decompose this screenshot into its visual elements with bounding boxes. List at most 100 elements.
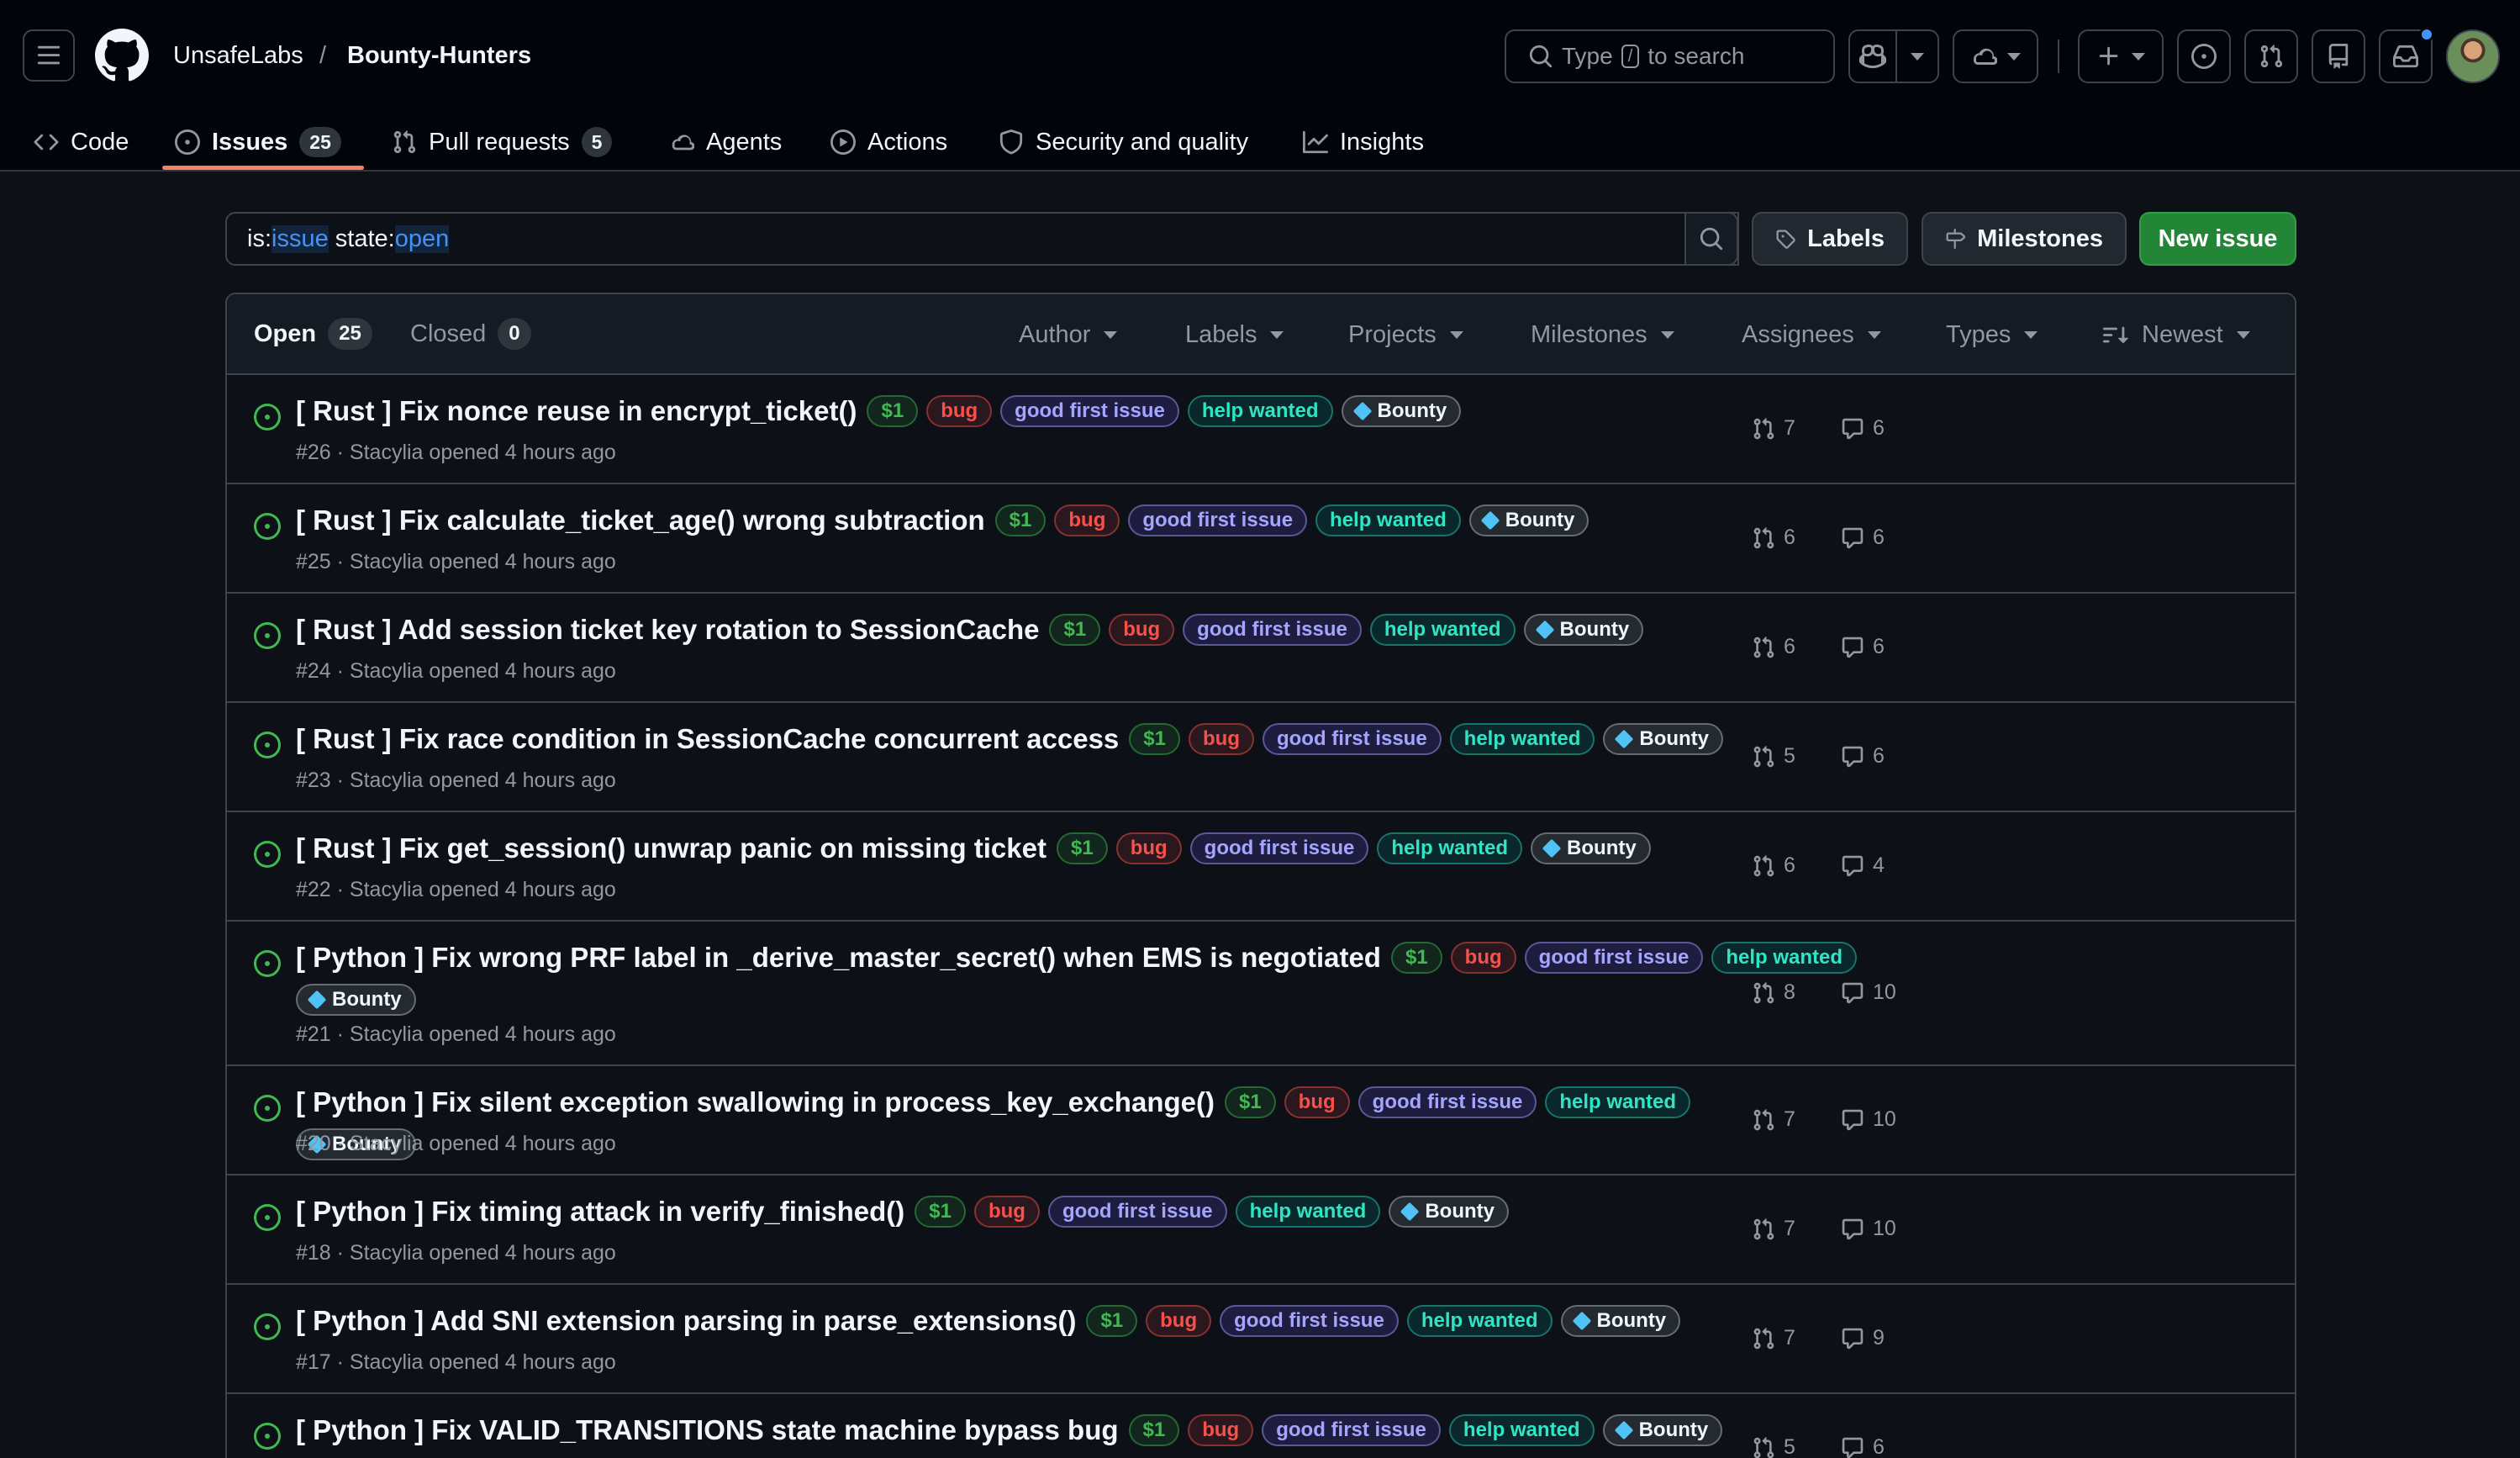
bounty-label[interactable]: Bounty — [1603, 723, 1724, 755]
good-first-issue-label[interactable]: good first issue — [1220, 1305, 1399, 1337]
copilot-menu-button[interactable] — [1895, 29, 1939, 83]
help-wanted-label[interactable]: help wanted — [1187, 395, 1333, 427]
issue-title-link[interactable]: [ Rust ] Fix nonce reuse in encrypt_tick… — [296, 394, 857, 429]
issue-title-link[interactable]: [ Python ] Add SNI extension parsing in … — [296, 1303, 1076, 1339]
new-issue-button[interactable]: New issue — [2139, 212, 2296, 266]
issue-row[interactable]: [ Python ] Fix timing attack in verify_f… — [227, 1175, 2295, 1285]
issue-filter-input[interactable]: is: issue state: open — [225, 212, 1739, 266]
bug-label[interactable]: bug — [973, 1196, 1040, 1228]
issue-title-link[interactable]: [ Rust ] Fix race condition in SessionCa… — [296, 721, 1119, 757]
author-filter-dropdown[interactable]: Author — [1019, 318, 1118, 351]
bounty-label[interactable]: Bounty — [1389, 1196, 1509, 1228]
issue-row[interactable]: [ Python ] Fix VALID_TRANSITIONS state m… — [227, 1394, 2295, 1458]
open-issues-filter[interactable]: Open 25 — [254, 318, 372, 350]
filter-search-button[interactable] — [1684, 212, 1738, 266]
issue-title-link[interactable]: [ Python ] Fix timing attack in verify_f… — [296, 1194, 904, 1229]
price-label[interactable]: $1 — [1224, 1086, 1276, 1118]
tab-code[interactable]: Code — [34, 113, 129, 172]
repositories-button[interactable] — [2312, 29, 2365, 83]
assignees-filter-dropdown[interactable]: Assignees — [1742, 318, 1881, 351]
issue-title-link[interactable]: [ Python ] Fix wrong PRF label in _deriv… — [296, 940, 1381, 975]
price-label[interactable]: $1 — [915, 1196, 966, 1228]
your-pull-requests-button[interactable] — [2244, 29, 2298, 83]
good-first-issue-label[interactable]: good first issue — [1358, 1086, 1537, 1118]
agents-menu-button[interactable] — [1953, 29, 2038, 83]
sort-dropdown[interactable]: Newest — [2103, 318, 2250, 351]
types-filter-dropdown[interactable]: Types — [1946, 318, 2038, 351]
comments-count[interactable]: 6 — [1841, 526, 1885, 550]
github-logo-icon[interactable] — [95, 29, 149, 82]
tab-agents[interactable]: Agents — [669, 113, 782, 172]
bug-label[interactable]: bug — [1146, 1305, 1212, 1337]
issue-title-link[interactable]: [ Rust ] Fix get_session() unwrap panic … — [296, 831, 1046, 866]
linked-prs-count[interactable]: 7 — [1752, 416, 1795, 441]
create-new-button[interactable] — [2078, 29, 2164, 83]
labels-button[interactable]: Labels — [1752, 212, 1908, 266]
closed-issues-filter[interactable]: Closed 0 — [410, 318, 531, 350]
bounty-label[interactable]: Bounty — [1560, 1305, 1681, 1337]
bug-label[interactable]: bug — [1284, 1086, 1350, 1118]
price-label[interactable]: $1 — [1086, 1305, 1138, 1337]
price-label[interactable]: $1 — [994, 504, 1046, 536]
issue-title-link[interactable]: [ Rust ] Fix calculate_ticket_age() wron… — [296, 503, 985, 538]
help-wanted-label[interactable]: help wanted — [1449, 723, 1595, 755]
issue-row[interactable]: [ Rust ] Fix get_session() unwrap panic … — [227, 812, 2295, 922]
bug-label[interactable]: bug — [1115, 832, 1182, 864]
comments-count[interactable]: 10 — [1841, 980, 1896, 1005]
linked-prs-count[interactable]: 6 — [1752, 635, 1795, 659]
issue-row[interactable]: [ Rust ] Add session ticket key rotation… — [227, 594, 2295, 703]
projects-filter-dropdown[interactable]: Projects — [1348, 318, 1463, 351]
comments-count[interactable]: 6 — [1841, 1435, 1885, 1458]
tab-pull-requests[interactable]: Pull requests 5 — [392, 113, 613, 172]
tab-insights[interactable]: Insights — [1303, 113, 1424, 172]
linked-prs-count[interactable]: 5 — [1752, 1435, 1795, 1458]
help-wanted-label[interactable]: help wanted — [1315, 504, 1461, 536]
issue-row[interactable]: [ Python ] Fix wrong PRF label in _deriv… — [227, 922, 2295, 1066]
linked-prs-count[interactable]: 7 — [1752, 1217, 1795, 1241]
help-wanted-label[interactable]: help wanted — [1406, 1305, 1553, 1337]
help-wanted-label[interactable]: help wanted — [1369, 614, 1516, 646]
linked-prs-count[interactable]: 6 — [1752, 526, 1795, 550]
your-issues-button[interactable] — [2177, 29, 2231, 83]
comments-count[interactable]: 6 — [1841, 635, 1885, 659]
good-first-issue-label[interactable]: good first issue — [1189, 832, 1369, 864]
breadcrumb-owner[interactable]: UnsafeLabs — [173, 39, 303, 72]
issue-row[interactable]: [ Rust ] Fix race condition in SessionCa… — [227, 703, 2295, 812]
linked-prs-count[interactable]: 8 — [1752, 980, 1795, 1005]
issue-title-link[interactable]: [ Python ] Fix silent exception swallowi… — [296, 1085, 1215, 1120]
bounty-label[interactable]: Bounty — [1468, 504, 1589, 536]
help-wanted-label[interactable]: help wanted — [1711, 942, 1858, 974]
bug-label[interactable]: bug — [1054, 504, 1120, 536]
issue-row[interactable]: [ Python ] Fix silent exception swallowi… — [227, 1066, 2295, 1175]
comments-count[interactable]: 9 — [1841, 1326, 1885, 1350]
tab-actions[interactable]: Actions — [830, 113, 947, 172]
tab-security[interactable]: Security and quality — [999, 113, 1248, 172]
linked-prs-count[interactable]: 7 — [1752, 1326, 1795, 1350]
good-first-issue-label[interactable]: good first issue — [1128, 504, 1308, 536]
bug-label[interactable]: bug — [1109, 614, 1175, 646]
comments-count[interactable]: 6 — [1841, 416, 1885, 441]
price-label[interactable]: $1 — [1128, 1414, 1180, 1446]
user-avatar[interactable] — [2446, 29, 2500, 83]
issue-title-link[interactable]: [ Python ] Fix VALID_TRANSITIONS state m… — [296, 1413, 1119, 1448]
linked-prs-count[interactable]: 6 — [1752, 853, 1795, 878]
bounty-label[interactable]: Bounty — [1531, 832, 1651, 864]
bounty-label[interactable]: Bounty — [1602, 1414, 1723, 1446]
price-label[interactable]: $1 — [1056, 832, 1108, 864]
help-wanted-label[interactable]: help wanted — [1377, 832, 1523, 864]
bounty-label[interactable]: Bounty — [296, 984, 416, 1016]
bug-label[interactable]: bug — [1450, 942, 1516, 974]
issue-row[interactable]: [ Rust ] Fix nonce reuse in encrypt_tick… — [227, 375, 2295, 484]
bug-label[interactable]: bug — [1189, 723, 1254, 755]
milestones-button[interactable]: Milestones — [1922, 212, 2127, 266]
bug-label[interactable]: bug — [1188, 1414, 1254, 1446]
price-label[interactable]: $1 — [1129, 723, 1180, 755]
help-wanted-label[interactable]: help wanted — [1235, 1196, 1381, 1228]
bounty-label[interactable]: Bounty — [1341, 395, 1462, 427]
good-first-issue-label[interactable]: good first issue — [1047, 1196, 1227, 1228]
tab-issues[interactable]: Issues 25 — [175, 113, 341, 172]
bounty-label[interactable]: Bounty — [1523, 614, 1644, 646]
bug-label[interactable]: bug — [926, 395, 993, 427]
good-first-issue-label[interactable]: good first issue — [1524, 942, 1704, 974]
price-label[interactable]: $1 — [1049, 614, 1101, 646]
